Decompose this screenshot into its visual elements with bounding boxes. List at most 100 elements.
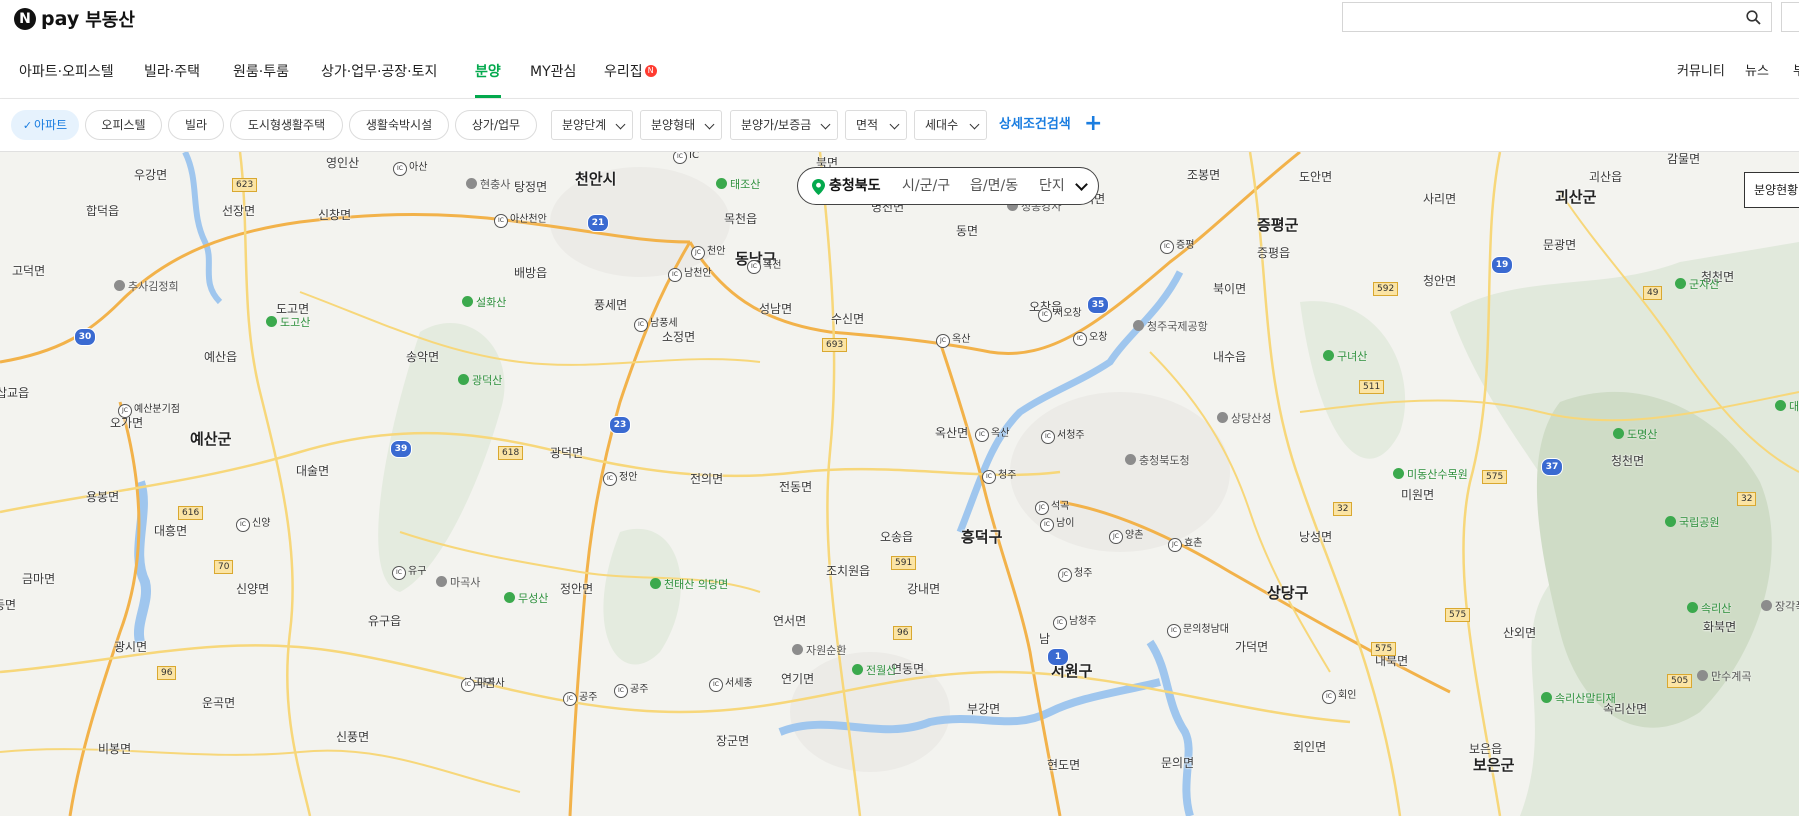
mountain-poi: 속리산 bbox=[1687, 600, 1731, 616]
dropdown-households[interactable]: 세대수 bbox=[914, 110, 987, 140]
interchange-marker: 양촌 bbox=[1109, 526, 1143, 544]
region-province[interactable]: 충청북도 bbox=[829, 168, 881, 204]
map-place-label: 전동면 bbox=[779, 480, 813, 494]
chevron-down-icon bbox=[704, 119, 715, 130]
presale-status-button[interactable]: 분양현황 bbox=[1744, 172, 1799, 208]
chip-commercial-office[interactable]: 상가/업무 bbox=[455, 110, 537, 140]
chevron-down-icon bbox=[969, 119, 980, 130]
detail-search-button[interactable]: 상세조건검색 bbox=[999, 99, 1071, 151]
search-input[interactable] bbox=[1342, 2, 1772, 32]
route-number: 511 bbox=[1359, 380, 1385, 394]
map-canvas[interactable]: 우강면 영인산 탕정면 천안시 북면 조봉면 도안면 괴산읍 감물면 합덕읍 선장면 신창면 목천읍 병천… bbox=[0, 152, 1799, 816]
map-place-label: 광시면 bbox=[114, 640, 148, 654]
interchange-marker: 남천안 bbox=[668, 264, 712, 282]
highway-shield: 21 bbox=[587, 214, 609, 232]
map-place-label: 감물면 bbox=[1667, 152, 1701, 166]
map-place-label: 남 bbox=[1039, 632, 1051, 646]
landmark-poi: 충청북도청 bbox=[1125, 452, 1190, 468]
map-place-label: 수신면 bbox=[831, 312, 865, 326]
chip-apartment[interactable]: ✓ 아파트 bbox=[11, 110, 79, 140]
plus-icon[interactable]: + bbox=[1084, 113, 1106, 135]
nav-apartment-officetel[interactable]: 아파트·오피스텔 bbox=[19, 44, 114, 98]
map-place-label: 합덕읍 bbox=[86, 204, 120, 218]
interchange-marker: 목천 bbox=[747, 256, 781, 274]
landmark-poi: 장각폭포 bbox=[1761, 598, 1799, 614]
nav-more[interactable]: 부 bbox=[1793, 44, 1799, 98]
interchange-marker: 예산분기점 bbox=[118, 400, 180, 418]
region-dong[interactable]: 읍/면/동 bbox=[970, 168, 1018, 204]
interchange-marker: 옥산 bbox=[936, 330, 970, 348]
map-place-label: 성남면 bbox=[759, 302, 793, 316]
route-number: 49 bbox=[1643, 286, 1663, 300]
landmark-poi: 자원순환 bbox=[792, 642, 846, 658]
map-place-label: 괴산군 bbox=[1555, 188, 1597, 206]
chevron-down-icon[interactable] bbox=[1075, 178, 1088, 191]
landmark-poi: 현충사 bbox=[466, 176, 510, 192]
search-icon[interactable] bbox=[1746, 10, 1761, 25]
map-place-label: 영인산 bbox=[326, 156, 360, 170]
map-place-label: 신풍면 bbox=[336, 730, 370, 744]
map-place-label: 내수읍 bbox=[1213, 350, 1247, 364]
naver-pay-realestate-logo[interactable]: N pay 부동산 bbox=[14, 6, 135, 32]
main-nav: 아파트·오피스텔 빌라·주택 원룸·투룸 상가·업무·공장·토지 분양 MY관심… bbox=[0, 44, 1799, 99]
map-place-label: 예산읍 bbox=[204, 350, 238, 364]
nav-villa-house[interactable]: 빌라·주택 bbox=[144, 44, 200, 98]
map-place-label: 탕정면 bbox=[514, 180, 548, 194]
map-place-label: 도안면 bbox=[1299, 170, 1333, 184]
map-place-label: 배방읍 bbox=[514, 266, 548, 280]
route-number: 505 bbox=[1667, 674, 1693, 688]
map-place-label: 옥산면 bbox=[935, 426, 969, 440]
dropdown-presale-stage[interactable]: 분양단계 bbox=[551, 110, 633, 140]
region-selector[interactable]: 충청북도 시/군/구 읍/면/동 단지 bbox=[797, 167, 1099, 205]
map-place-label: 상당구 bbox=[1267, 584, 1309, 602]
map-place-label: 비봉면 bbox=[98, 742, 132, 756]
map-place-label: 동면 bbox=[0, 598, 17, 612]
highway-shield: 1 bbox=[1047, 648, 1069, 666]
chip-villa[interactable]: 빌라 bbox=[168, 110, 224, 140]
route-number: 96 bbox=[893, 626, 913, 640]
nav-our-house-label: 우리집 bbox=[604, 64, 643, 80]
interchange-marker: 문의청남대 bbox=[1167, 620, 1229, 638]
chip-officetel[interactable]: 오피스텔 bbox=[85, 110, 162, 140]
map-place-label: 정안면 bbox=[560, 582, 594, 596]
nav-presale[interactable]: 분양 bbox=[475, 44, 501, 98]
map-place-label: 유구읍 bbox=[368, 614, 402, 628]
highway-shield: 39 bbox=[390, 440, 412, 458]
dropdown-price-deposit[interactable]: 분양가/보증금 bbox=[730, 110, 838, 140]
dropdown-area[interactable]: 면적 bbox=[845, 110, 907, 140]
region-city[interactable]: 시/군/구 bbox=[902, 168, 950, 204]
map-place-label: 금마면 bbox=[22, 572, 56, 586]
nav-commercial-land[interactable]: 상가·업무·공장·토지 bbox=[321, 44, 437, 98]
map-place-label: 풍세면 bbox=[594, 298, 628, 312]
region-complex[interactable]: 단지 bbox=[1039, 168, 1065, 204]
nav-oneroom-tworoom[interactable]: 원룸·투룸 bbox=[233, 44, 289, 98]
mountain-poi: 도명산 bbox=[1613, 426, 1657, 442]
map-place-label: 청안면 bbox=[1423, 274, 1457, 288]
chip-living-lodging[interactable]: 생활숙박시설 bbox=[349, 110, 449, 140]
map-place-label: 미원면 bbox=[1401, 488, 1435, 502]
map-place-label: 보은군 bbox=[1473, 756, 1515, 774]
mountain-poi: 천태산 의당면 bbox=[650, 576, 728, 592]
nav-my-interest[interactable]: MY관심 bbox=[530, 44, 576, 98]
map-place-label: 현도면 bbox=[1047, 758, 1081, 772]
nav-news[interactable]: 뉴스 bbox=[1745, 44, 1769, 98]
dropdown-presale-type[interactable]: 분양형태 bbox=[640, 110, 722, 140]
dropdown-presale-stage-label: 분양단계 bbox=[562, 118, 607, 132]
chip-urban-housing[interactable]: 도시형생활주택 bbox=[230, 110, 343, 140]
interchange-marker: 서세종 bbox=[709, 674, 753, 692]
map-place-label: 낭성면 bbox=[1299, 530, 1333, 544]
map-place-label: 장군면 bbox=[716, 734, 750, 748]
header-extra-button[interactable] bbox=[1781, 2, 1799, 32]
interchange-marker: 옥산 bbox=[975, 424, 1009, 442]
nav-community[interactable]: 커뮤니티 bbox=[1677, 44, 1725, 98]
map-place-label: 용봉면 bbox=[86, 490, 120, 504]
realestate-logo-text: 부동산 bbox=[85, 10, 135, 31]
mountain-poi: 군자산 bbox=[1675, 276, 1719, 292]
route-number: 575 bbox=[1445, 608, 1471, 622]
map-place-label: 증평읍 bbox=[1257, 246, 1291, 260]
naver-n-logo: N bbox=[14, 8, 36, 30]
interchange-marker: 공주 bbox=[614, 680, 648, 698]
check-icon: ✓ bbox=[22, 119, 33, 132]
nav-our-house[interactable]: 우리집 N bbox=[604, 44, 657, 98]
route-number: 575 bbox=[1371, 642, 1397, 656]
